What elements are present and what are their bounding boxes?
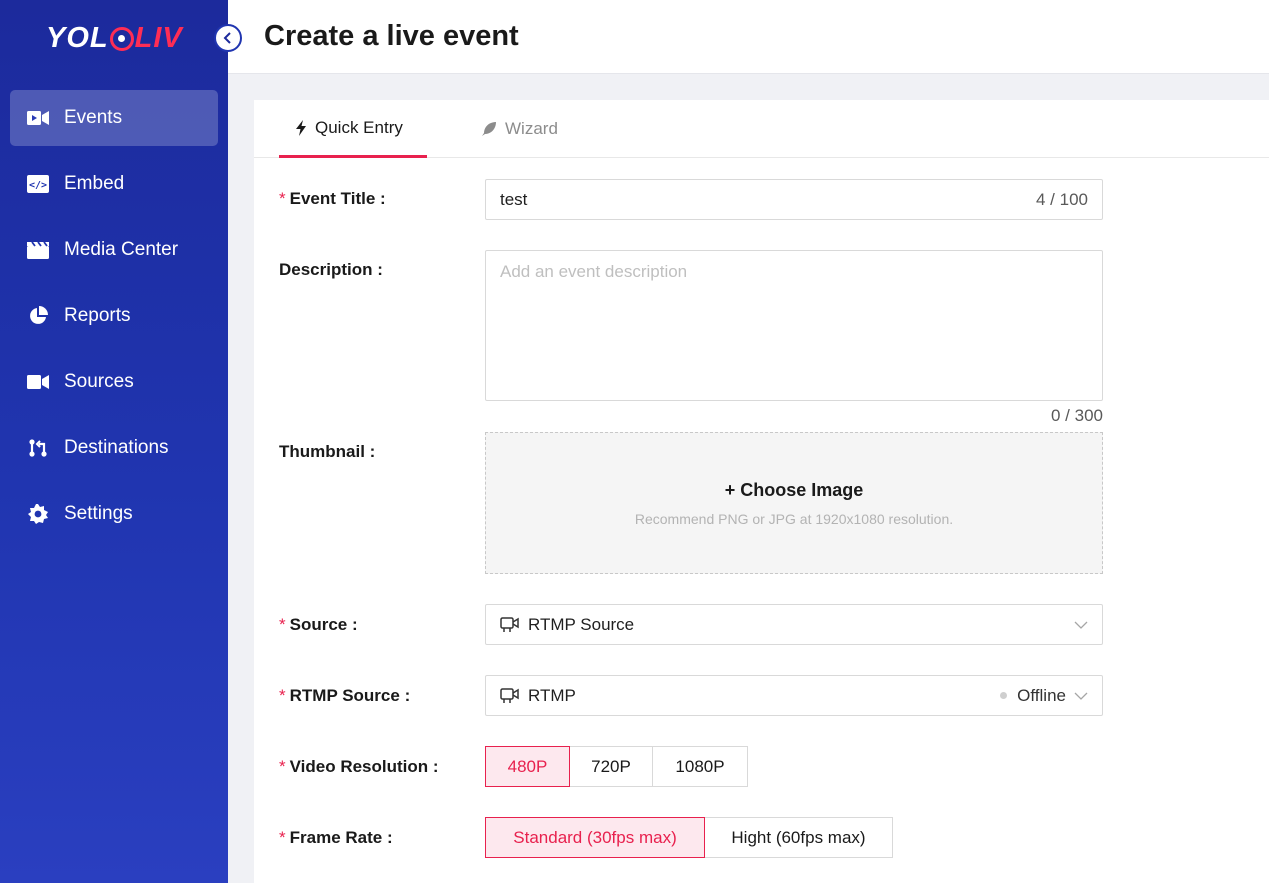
tab-wizard[interactable]: Wizard [481, 100, 558, 158]
video-resolution-group: 480P 720P 1080P [485, 746, 748, 787]
thumbnail-hint: Recommend PNG or JPG at 1920x1080 resolu… [634, 511, 954, 527]
sidebar-item-destinations[interactable]: Destinations [10, 420, 218, 476]
chevron-down-icon [1074, 692, 1088, 700]
video-resolution-label: * Video Resolution : [279, 757, 439, 776]
resolution-720p-button[interactable]: 720P [569, 746, 653, 787]
gear-icon [26, 504, 50, 524]
tab-bar: Quick Entry Wizard [254, 100, 1269, 158]
frame-rate-group: Standard (30fps max) Hight (60fps max) [485, 817, 893, 858]
rtmp-source-select[interactable]: RTMP Offline [485, 675, 1103, 716]
thumbnail-label: Thumbnail : [279, 442, 376, 461]
description-textarea[interactable]: Add an event description [485, 250, 1103, 401]
event-title-label: * Event Title : [279, 189, 386, 208]
page-header: Create a live event [228, 0, 1269, 74]
sidebar-item-embed[interactable]: </> Embed [10, 156, 218, 212]
source-select[interactable]: RTMP Source [485, 604, 1103, 645]
sidebar-item-reports[interactable]: Reports [10, 288, 218, 344]
status-dot [1000, 692, 1008, 699]
sidebar: YOL LIV Events </> Embed Media Center Rep… [0, 0, 228, 883]
svg-text:</>: </> [29, 180, 47, 191]
rtmp-device-icon [500, 687, 519, 704]
description-label: Description : [279, 260, 383, 279]
sidebar-nav: Events </> Embed Media Center Reports So… [10, 90, 218, 552]
form-card: Quick Entry Wizard * Event Title : test 4… [254, 100, 1269, 883]
frame-rate-label: * Frame Rate : [279, 828, 393, 847]
chevron-left-icon [223, 32, 231, 44]
page-title: Create a live event [264, 20, 519, 52]
pie-chart-icon [26, 306, 50, 326]
sidebar-item-events[interactable]: Events [10, 90, 218, 146]
event-title-input[interactable]: test 4 / 100 [485, 179, 1103, 220]
sidebar-item-sources[interactable]: Sources [10, 354, 218, 410]
code-icon: </> [26, 174, 50, 194]
video-camera-icon [26, 108, 50, 128]
choose-image-button[interactable]: + Choose Image [486, 480, 1102, 501]
clapperboard-icon [26, 240, 50, 260]
sidebar-item-media-center[interactable]: Media Center [10, 222, 218, 278]
frame-rate-standard-button[interactable]: Standard (30fps max) [485, 817, 705, 858]
resolution-480p-button[interactable]: 480P [485, 746, 570, 787]
sidebar-item-settings[interactable]: Settings [10, 486, 218, 542]
status-badge: Offline [1017, 685, 1066, 705]
tab-quick-entry[interactable]: Quick Entry [279, 100, 427, 158]
thumbnail-upload[interactable]: + Choose Image Recommend PNG or JPG at 1… [485, 432, 1103, 574]
frame-rate-high-button[interactable]: Hight (60fps max) [704, 817, 893, 858]
branch-icon [26, 438, 50, 458]
resolution-1080p-button[interactable]: 1080P [652, 746, 748, 787]
event-title-char-count: 4 / 100 [1036, 189, 1088, 209]
collapse-sidebar-button[interactable] [214, 24, 242, 52]
camera-icon [26, 372, 50, 392]
logo-ring-icon [109, 26, 134, 51]
source-label: * Source : [279, 615, 358, 634]
chevron-down-icon [1074, 621, 1088, 629]
rtmp-source-label: * RTMP Source : [279, 686, 411, 705]
source-device-icon [500, 616, 519, 633]
feather-icon [481, 121, 497, 137]
bolt-icon [295, 119, 307, 136]
description-char-count: 0 / 300 [1051, 406, 1103, 425]
yololiv-logo[interactable]: YOL LIV [46, 22, 183, 55]
